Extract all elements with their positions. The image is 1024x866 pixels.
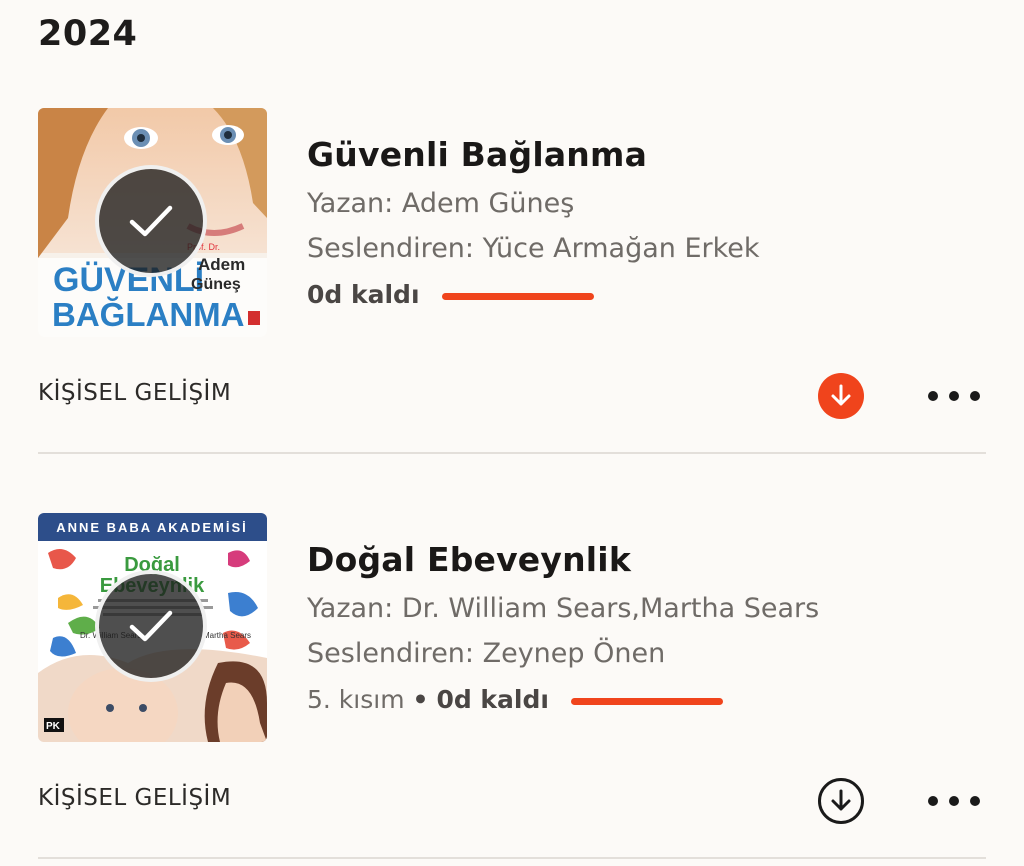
cover-title-line2: BAĞLANMA: [52, 296, 244, 333]
book-narrator: Seslendiren: Zeynep Önen: [307, 638, 666, 669]
book-author: Yazan: Dr. William Sears,Martha Sears: [307, 593, 820, 624]
book-title[interactable]: Doğal Ebeveynlik: [307, 540, 631, 579]
dot: [970, 796, 980, 806]
part-number: 5. kısım: [307, 685, 405, 714]
book-category: KİŞİSEL GELİŞİM: [38, 785, 232, 811]
dot: [928, 796, 938, 806]
section-year-heading: 2024: [38, 14, 138, 54]
book-narrator: Seslendiren: Yüce Armağan Erkek: [307, 233, 760, 264]
progress-underline: [441, 292, 594, 300]
book-title[interactable]: Güvenli Bağlanma: [307, 135, 647, 174]
time-left: 0d kaldı: [307, 280, 420, 309]
more-options-button[interactable]: [928, 383, 980, 409]
completed-check-badge: [95, 165, 207, 277]
book-author: Yazan: Adem Güneş: [307, 188, 575, 219]
check-icon: [129, 205, 173, 237]
cover-publisher: PK: [46, 721, 61, 732]
book-cover[interactable]: ANNE BABA AKADEMİSİ Doğal Ebeveynlik Dr.…: [38, 513, 267, 742]
download-button[interactable]: [818, 778, 864, 824]
download-button[interactable]: [818, 373, 864, 419]
cover-author-right: Martha Sears: [203, 631, 251, 640]
book-cover[interactable]: GÜVENLİ BAĞLANMA Prof. Dr. Adem Güneş: [38, 108, 267, 337]
dot: [928, 391, 938, 401]
progress-underline: [570, 697, 723, 705]
check-icon: [129, 610, 173, 642]
book-progress: 0d kaldı: [307, 280, 594, 309]
download-arrow-icon: [831, 384, 851, 406]
divider: [38, 857, 986, 859]
cover-author-last: Güneş: [191, 276, 241, 293]
book-progress: 5. kısım • 0d kaldı: [307, 685, 723, 714]
cover-series: ANNE BABA AKADEMİSİ: [56, 520, 248, 535]
dot: [949, 391, 959, 401]
dot: [949, 796, 959, 806]
separator-dot: •: [412, 685, 429, 714]
completed-check-badge: [95, 570, 207, 682]
book-category: KİŞİSEL GELİŞİM: [38, 380, 232, 406]
divider: [38, 452, 986, 454]
cover-author-first: Adem: [198, 255, 245, 274]
time-left: 0d kaldı: [436, 685, 549, 714]
dot: [970, 391, 980, 401]
more-options-button[interactable]: [928, 788, 980, 814]
download-arrow-icon: [831, 789, 851, 811]
